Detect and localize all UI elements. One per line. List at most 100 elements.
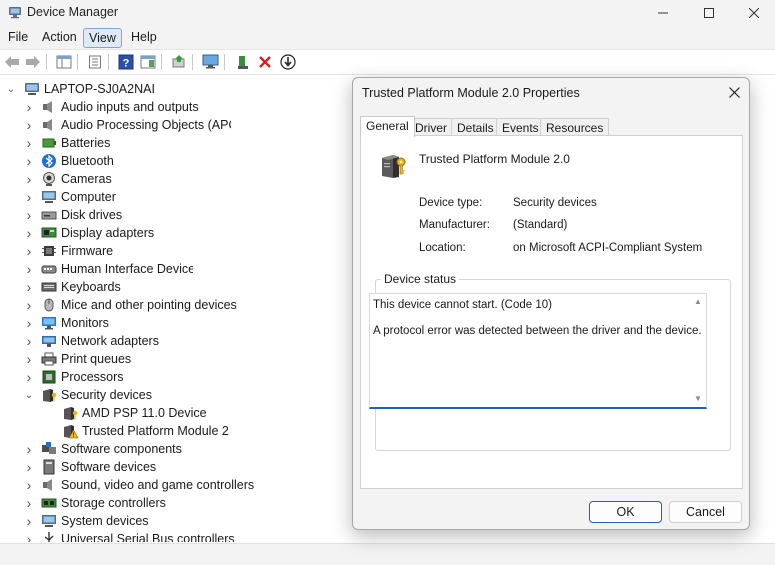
chevron-right-icon[interactable]: › (24, 242, 34, 260)
tree-item[interactable]: › Display adapters (0, 224, 154, 242)
chevron-right-icon[interactable]: › (24, 458, 34, 476)
close-window-button[interactable] (731, 0, 775, 26)
chevron-right-icon[interactable]: › (24, 494, 34, 512)
chevron-right-icon[interactable]: › (24, 134, 34, 152)
tree-item[interactable]: › Audio inputs and outputs (0, 98, 199, 116)
chevron-right-icon[interactable]: › (24, 98, 34, 116)
properties-button[interactable] (86, 53, 104, 71)
add-driver-icon (238, 56, 248, 69)
chevron-right-icon[interactable]: › (24, 296, 34, 314)
status-line-2: A protocol error was detected between th… (373, 325, 702, 337)
tree-item[interactable]: › Mice and other pointing devices (0, 296, 237, 314)
tree-item[interactable]: › Storage controllers (0, 494, 166, 512)
show-hide-console-tree-button[interactable] (55, 53, 73, 71)
chevron-down-icon[interactable]: ⌄ (6, 80, 16, 98)
tree-item[interactable]: › Bluetooth (0, 152, 114, 170)
tree-item[interactable]: › Software components (0, 440, 182, 458)
minimize-button[interactable] (640, 0, 686, 26)
tree-item[interactable]: Trusted Platform Module 2.0 (0, 422, 230, 440)
scroll-up-icon[interactable]: ▲ (694, 298, 702, 306)
back-button[interactable] (3, 53, 21, 71)
maximize-icon (704, 8, 714, 18)
close-icon (749, 8, 759, 18)
chevron-right-icon[interactable]: › (24, 512, 34, 530)
security-device-icon (64, 407, 78, 420)
chevron-right-icon[interactable]: › (24, 332, 34, 350)
tree-item-label: Audio inputs and outputs (61, 100, 199, 114)
chevron-right-icon[interactable]: › (24, 260, 34, 278)
tree-item[interactable]: › Processors (0, 368, 124, 386)
maximize-button[interactable] (686, 0, 732, 26)
tree-item[interactable]: › Human Interface Devices (0, 260, 193, 278)
dialog-close-button[interactable] (721, 81, 747, 103)
tree-item[interactable]: › Disk drives (0, 206, 122, 224)
tree-item-label: Firmware (61, 244, 114, 258)
tree-item[interactable]: › Universal Serial Bus controllers (0, 530, 235, 542)
forward-button[interactable] (24, 53, 42, 71)
menu-file[interactable]: File (3, 28, 33, 48)
tree-item[interactable]: › System devices (0, 512, 149, 530)
update-driver-button[interactable] (170, 53, 188, 71)
chevron-right-icon[interactable]: › (24, 152, 34, 170)
chevron-right-icon[interactable]: › (24, 530, 34, 542)
device-status-textbox[interactable]: This device cannot start. (Code 10) A pr… (369, 293, 707, 409)
menu-view[interactable]: View (83, 28, 122, 48)
tree-item[interactable]: ⌄ Security devices (0, 386, 152, 404)
chevron-right-icon[interactable]: › (24, 368, 34, 386)
chevron-right-icon[interactable]: › (24, 224, 34, 242)
chevron-right-icon[interactable]: › (24, 476, 34, 494)
chevron-right-icon[interactable]: › (24, 314, 34, 332)
bluetooth-icon (42, 154, 56, 168)
tree-root[interactable]: ⌄ LAPTOP-SJ0A2NAI (0, 80, 155, 98)
menu-help[interactable]: Help (126, 28, 162, 48)
ok-button[interactable]: OK (589, 501, 662, 523)
menu-action[interactable]: Action (37, 28, 82, 48)
help-button[interactable]: ? (117, 53, 135, 71)
chevron-right-icon[interactable]: › (24, 206, 34, 224)
cancel-button[interactable]: Cancel (669, 501, 742, 523)
menu-bar: File Action View Help (0, 26, 775, 49)
tab-general[interactable]: General (360, 116, 415, 137)
uninstall-device-button[interactable] (256, 53, 274, 71)
disable-device-button[interactable] (279, 53, 297, 71)
scan-hardware-icon (202, 54, 219, 69)
action-pane-button[interactable] (139, 53, 157, 71)
tree-item[interactable]: › Audio Processing Objects (APOs) (0, 116, 231, 134)
scroll-down-icon[interactable]: ▼ (694, 395, 702, 403)
help-icon: ? (118, 54, 134, 70)
tree-item[interactable]: › Print queues (0, 350, 132, 368)
tree-item[interactable]: › Firmware (0, 242, 113, 260)
usb-icon (44, 532, 54, 542)
computer-icon (25, 83, 39, 95)
chevron-down-icon[interactable]: ⌄ (24, 386, 34, 404)
tree-item-label: Bluetooth (61, 154, 114, 168)
toolbar: ? (0, 49, 775, 75)
chevron-right-icon[interactable]: › (24, 188, 34, 206)
tree-item[interactable]: › Monitors (0, 314, 109, 332)
tree-item-label: AMD PSP 11.0 Device (82, 406, 207, 420)
device-tree: ⌄ LAPTOP-SJ0A2NAI › Audio inputs and outp… (0, 77, 360, 542)
tree-item[interactable]: › Software devices (0, 458, 157, 476)
tree-item[interactable]: AMD PSP 11.0 Device (0, 404, 207, 422)
scan-hardware-button[interactable] (202, 53, 220, 71)
computer-icon (42, 191, 56, 203)
tree-item[interactable]: › Batteries (0, 134, 111, 152)
tree-item-label: Storage controllers (61, 496, 166, 510)
tree-item[interactable]: › Computer (0, 188, 116, 206)
tree-item-label: System devices (61, 514, 149, 528)
tree-item-label: Universal Serial Bus controllers (61, 532, 235, 542)
status-line-1: This device cannot start. (Code 10) (373, 299, 552, 311)
chevron-right-icon[interactable]: › (24, 350, 34, 368)
camera-icon (43, 172, 55, 186)
tree-item[interactable]: › Cameras (0, 170, 112, 188)
chevron-right-icon[interactable]: › (24, 440, 34, 458)
chevron-right-icon[interactable]: › (24, 116, 34, 134)
tree-item[interactable]: › Keyboards (0, 278, 121, 296)
tree-item-label: Software components (61, 442, 182, 456)
chevron-right-icon[interactable]: › (24, 170, 34, 188)
tree-item[interactable]: › Network adapters (0, 332, 159, 350)
chevron-right-icon[interactable]: › (24, 278, 34, 296)
add-driver-button[interactable] (234, 53, 252, 71)
speaker-icon (43, 479, 52, 491)
tree-item[interactable]: › Sound, video and game controllers (0, 476, 255, 494)
